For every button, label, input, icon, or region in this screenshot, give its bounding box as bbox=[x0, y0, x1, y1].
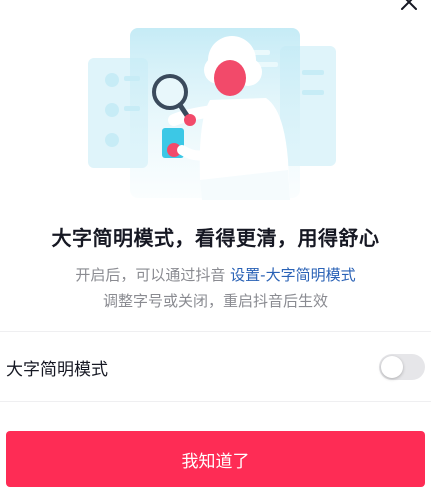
divider-bottom bbox=[0, 401, 431, 402]
description-line-1: 开启后，可以通过抖音 设置-大字简明模式 bbox=[0, 262, 431, 288]
dialog-description: 开启后，可以通过抖音 设置-大字简明模式 调整字号或关闭，重启抖音后生效 bbox=[0, 262, 431, 314]
close-icon bbox=[401, 0, 417, 10]
toggle-label: 大字简明模式 bbox=[6, 359, 108, 380]
description-prefix: 开启后，可以通过抖音 bbox=[75, 266, 231, 284]
divider-top bbox=[0, 331, 431, 332]
description-line-2: 调整字号或关闭，重启抖音后生效 bbox=[102, 292, 328, 310]
got-it-button[interactable]: 我知道了 bbox=[6, 431, 425, 487]
dialog-headline: 大字简明模式，看得更清，用得舒心 bbox=[51, 226, 380, 250]
settings-path-link[interactable]: 设置-大字简明模式 bbox=[230, 266, 355, 284]
magnifier-scientist-illustration bbox=[70, 10, 360, 210]
close-button[interactable] bbox=[395, 0, 423, 16]
large-font-mode-row: 大字简明模式 bbox=[0, 341, 431, 393]
toggle-knob bbox=[381, 356, 403, 378]
large-font-mode-toggle[interactable] bbox=[379, 354, 425, 380]
